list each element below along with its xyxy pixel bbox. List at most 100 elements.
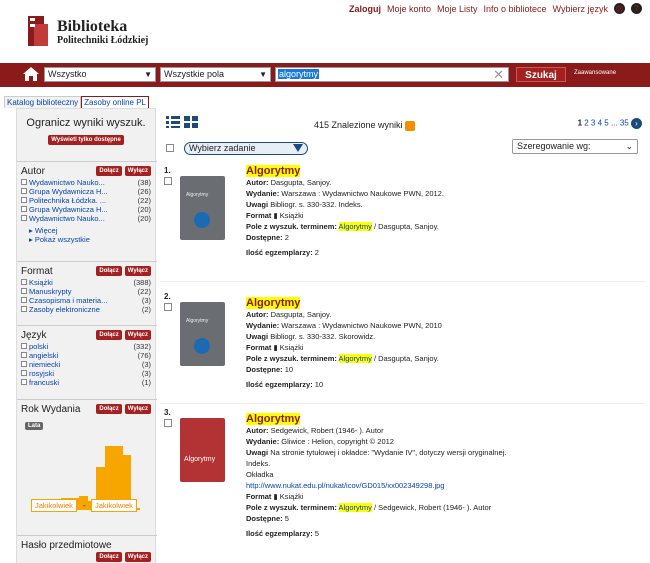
select-all-checkbox[interactable] [166, 144, 174, 152]
login-link[interactable]: Zaloguj [349, 4, 381, 14]
list-item[interactable]: Grupa Wydawnicza H... (26) [17, 187, 157, 196]
label: Wydanie: [246, 437, 280, 446]
exclude-button[interactable]: Wyłącz [124, 330, 151, 340]
label: Pole z wyszuk. terminem: [246, 354, 337, 363]
library-info-link[interactable]: Info o bibliotece [484, 4, 547, 14]
checkbox[interactable] [21, 343, 27, 349]
record-title[interactable]: Algorytmy [246, 413, 301, 425]
year-to-field[interactable]: Jakikolwiek [91, 499, 137, 512]
tab-online[interactable]: Zasoby online PL [81, 96, 149, 108]
record-author: Dasgupta, Sanjoy. [270, 310, 332, 319]
record-number: 2. [164, 292, 171, 301]
task-select[interactable]: Wybierz zadanie [184, 142, 308, 155]
checkbox[interactable] [21, 279, 27, 285]
cover-link[interactable]: http://www.nukat.edu.pl/nukat/icov/GD015… [246, 480, 506, 491]
clear-icon[interactable]: ✕ [493, 67, 504, 83]
record-title[interactable]: Algorytmy [246, 297, 301, 309]
record-title[interactable]: Algorytmy [246, 165, 301, 177]
exclude-button[interactable]: Wyłącz [124, 266, 151, 276]
book-cover[interactable]: Algorytmy [180, 176, 225, 240]
include-button[interactable]: Dołącz [96, 330, 122, 340]
list-item[interactable]: niemiecki (3) [17, 360, 157, 369]
list-view-icon[interactable] [166, 116, 180, 128]
list-item[interactable]: Wydawnictwo Nauko... (20) [17, 214, 157, 223]
include-button[interactable]: Dołącz [96, 552, 122, 562]
language-link[interactable]: Wybierz język [553, 4, 608, 14]
label: Format [246, 343, 272, 352]
record-checkbox[interactable] [164, 177, 172, 185]
result-record: 3. Algorytmy Algorytmy Autor: Sedgewick,… [160, 406, 646, 563]
checkbox[interactable] [21, 215, 27, 221]
globe-icon[interactable]: ◎ [614, 3, 625, 14]
list-item[interactable]: Książki (388) [17, 278, 157, 287]
record-number: 1. [164, 166, 171, 175]
exclude-button[interactable]: Wyłącz [124, 404, 151, 414]
chevron-down-icon: ⌄ [625, 141, 633, 151]
facet-label: Wydawnictwo Nauko... [29, 178, 105, 187]
more-link[interactable]: ▸ Więcej [17, 226, 157, 235]
page-links[interactable]: 2 3 4 5 [584, 119, 608, 128]
facet-title: Format [21, 266, 53, 277]
list-item[interactable]: angielski (76) [17, 351, 157, 360]
include-button[interactable]: Dołącz [96, 266, 122, 276]
list-item[interactable]: Wydawnictwo Nauko... (38) [17, 178, 157, 187]
field-select[interactable]: Wszystkie pola ▼ [160, 67, 271, 82]
checkbox[interactable] [21, 288, 27, 294]
include-button[interactable]: Dołącz [96, 404, 122, 414]
label: Uwagi [246, 332, 269, 341]
search-input[interactable]: algorytmy ✕ [275, 67, 509, 82]
list-item[interactable]: rosyjski (3) [17, 369, 157, 378]
record-copies: 2 [314, 248, 319, 257]
home-icon[interactable] [22, 66, 40, 82]
list-item[interactable]: Grupa Wydawnicza H... (20) [17, 205, 157, 214]
grid-view-icon[interactable] [184, 116, 198, 128]
list-item[interactable]: polski (332) [17, 342, 157, 351]
checkbox[interactable] [21, 306, 27, 312]
tab-catalog[interactable]: Katalog biblioteczny [4, 96, 82, 108]
checkbox[interactable] [21, 361, 27, 367]
sort-select[interactable]: Szeregowanie wg: ⌄ [512, 139, 638, 154]
year-from-field[interactable]: Jakikolwiek [31, 499, 77, 512]
page-last[interactable]: 35 [620, 119, 629, 128]
checkbox[interactable] [21, 379, 27, 385]
list-item[interactable]: Czasopisma i materia... (3) [17, 296, 157, 305]
show-all-link[interactable]: ▸ Pokaż wszystkie [17, 235, 157, 244]
library-logo[interactable]: Biblioteka Politechniki Łódzkiej [28, 14, 148, 46]
book-cover[interactable]: Algorytmy [180, 418, 225, 482]
scope-select[interactable]: Wszystko ▼ [44, 67, 156, 82]
checkbox[interactable] [21, 197, 27, 203]
search-button[interactable]: Szukaj [516, 67, 566, 82]
checkbox[interactable] [21, 370, 27, 376]
checkbox[interactable] [21, 179, 27, 185]
checkbox[interactable] [21, 206, 27, 212]
account-link[interactable]: Moje konto [387, 4, 431, 14]
help-icon[interactable]: ? [631, 3, 642, 14]
year-histogram[interactable] [35, 430, 140, 510]
facet-count: (1) [141, 378, 151, 387]
list-item[interactable]: Zasoby elektroniczne (2) [17, 305, 157, 314]
rss-icon[interactable] [405, 120, 416, 131]
checkbox[interactable] [21, 188, 27, 194]
next-page-icon[interactable]: › [631, 118, 642, 129]
list-item[interactable]: Politechnika Łódzka. ... (22) [17, 196, 157, 205]
search-term: Algorytmy [338, 503, 372, 512]
checkbox[interactable] [21, 352, 27, 358]
advanced-search-link[interactable]: Zaawansowane [574, 70, 616, 76]
exclude-button[interactable]: Wyłącz [124, 166, 151, 176]
lists-link[interactable]: Moje Listy [437, 4, 478, 14]
result-count: 415 Znalezione wyniki [314, 120, 403, 130]
book-cover[interactable]: Algorytmy [180, 302, 225, 366]
record-checkbox[interactable] [164, 419, 172, 427]
logo-title: Biblioteka [57, 18, 128, 35]
checkbox[interactable] [21, 297, 27, 303]
record-checkbox[interactable] [164, 303, 172, 311]
show-available-button[interactable]: Wyświetl tylko dostępne [48, 135, 124, 145]
exclude-button[interactable]: Wyłącz [124, 552, 151, 562]
include-button[interactable]: Dołącz [96, 166, 122, 176]
years-button[interactable]: Lata [25, 422, 44, 430]
record-available: 10 [284, 365, 294, 374]
field-value: Wszystkie pola [164, 69, 225, 79]
list-item[interactable]: francuski (1) [17, 378, 157, 387]
source-tabs: Katalog biblioteczny Zasoby online PL [4, 96, 149, 108]
list-item[interactable]: Manuskrypty (22) [17, 287, 157, 296]
